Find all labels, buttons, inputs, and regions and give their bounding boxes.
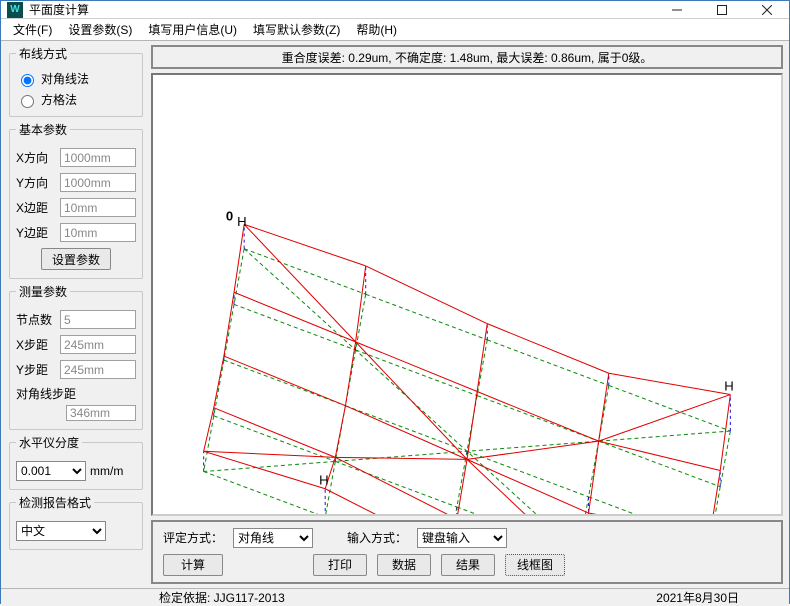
print-button[interactable]: 打印	[313, 554, 367, 576]
side-panel: 布线方式 对角线法 方格法 基本参数 X方向 Y方向 X边距 Y边距	[1, 41, 149, 588]
radio-grid-label: 方格法	[41, 91, 77, 108]
xedge-input[interactable]	[60, 198, 136, 217]
minimize-icon	[672, 5, 682, 15]
window-title: 平面度计算	[29, 1, 89, 18]
status-date: 2021年8月30日	[646, 589, 749, 606]
eval-select[interactable]: 对角线	[233, 528, 313, 548]
minimize-button[interactable]	[654, 1, 699, 18]
basic-params-legend: 基本参数	[16, 121, 70, 138]
radio-diagonal-label: 对角线法	[41, 70, 89, 87]
input-select[interactable]: 键盘输入	[417, 528, 507, 548]
yedge-input[interactable]	[60, 223, 136, 242]
measure-params-legend: 测量参数	[16, 283, 70, 300]
nodes-input[interactable]	[60, 310, 136, 329]
level-group: 水平仪分度 0.001 mm/m	[9, 434, 143, 490]
svg-text:H: H	[724, 378, 734, 393]
diagstep-label: 对角线步距	[16, 385, 76, 402]
controls-panel: 评定方式： 对角线 输入方式： 键盘输入 计算 打印 数据 结果 线框图	[151, 520, 783, 584]
result-banner: 重合度误差: 0.29um, 不确定度: 1.48um, 最大误差: 0.86u…	[151, 45, 783, 69]
diagstep-input[interactable]	[66, 405, 136, 421]
plot-canvas: 0HHHHLL	[151, 73, 783, 516]
calc-button[interactable]: 计算	[163, 554, 223, 576]
maximize-button[interactable]	[699, 1, 744, 18]
set-params-button[interactable]: 设置参数	[41, 248, 111, 270]
wireframe-plot: 0HHHHLL	[153, 75, 781, 514]
client-area: 布线方式 对角线法 方格法 基本参数 X方向 Y方向 X边距 Y边距	[1, 41, 789, 588]
ystep-label: Y步距	[16, 361, 56, 378]
xedge-label: X边距	[16, 199, 56, 216]
radio-diagonal[interactable]	[21, 74, 34, 87]
eval-label: 评定方式：	[163, 529, 223, 546]
titlebar: W 平面度计算	[1, 1, 789, 19]
result-button[interactable]: 结果	[441, 554, 495, 576]
report-legend: 检测报告格式	[16, 494, 94, 511]
menu-defaults[interactable]: 填写默认参数(Z)	[247, 19, 346, 40]
menu-help[interactable]: 帮助(H)	[350, 19, 403, 40]
app-icon: W	[7, 2, 23, 18]
menu-userinfo[interactable]: 填写用户信息(U)	[142, 19, 243, 40]
yedge-label: Y边距	[16, 224, 56, 241]
statusbar: 检定依据: JJG117-2013 2021年8月30日	[1, 588, 789, 606]
ydir-input[interactable]	[60, 173, 136, 192]
menu-settings[interactable]: 设置参数(S)	[62, 19, 138, 40]
data-button[interactable]: 数据	[377, 554, 431, 576]
basic-params-group: 基本参数 X方向 Y方向 X边距 Y边距 设置参数	[9, 121, 143, 279]
svg-text:0: 0	[226, 208, 233, 223]
report-select[interactable]: 中文	[16, 521, 106, 541]
menu-file[interactable]: 文件(F)	[7, 19, 58, 40]
main-area: 重合度误差: 0.29um, 不确定度: 1.48um, 最大误差: 0.86u…	[149, 41, 789, 588]
xstep-input[interactable]	[60, 335, 136, 354]
input-label: 输入方式：	[347, 529, 407, 546]
radio-grid[interactable]	[21, 95, 34, 108]
close-icon	[762, 5, 772, 15]
xdir-label: X方向	[16, 149, 56, 166]
maximize-icon	[717, 5, 727, 15]
wireframe-button[interactable]: 线框图	[505, 554, 565, 576]
level-unit: mm/m	[90, 464, 123, 478]
ydir-label: Y方向	[16, 174, 56, 191]
app-window: W 平面度计算 文件(F) 设置参数(S) 填写用户信息(U) 填写默认参数(Z…	[0, 0, 790, 604]
nodes-label: 节点数	[16, 311, 56, 328]
xdir-input[interactable]	[60, 148, 136, 167]
report-group: 检测报告格式 中文	[9, 494, 143, 550]
svg-text:H: H	[319, 473, 329, 488]
level-legend: 水平仪分度	[16, 434, 82, 451]
menubar: 文件(F) 设置参数(S) 填写用户信息(U) 填写默认参数(Z) 帮助(H)	[1, 19, 789, 41]
svg-text:H: H	[237, 214, 247, 229]
ystep-input[interactable]	[60, 360, 136, 379]
measure-params-group: 测量参数 节点数 X步距 Y步距 对角线步距	[9, 283, 143, 430]
layout-method-group: 布线方式 对角线法 方格法	[9, 45, 143, 117]
status-basis: 检定依据: JJG117-2013	[149, 589, 295, 606]
layout-method-legend: 布线方式	[16, 45, 70, 62]
close-button[interactable]	[744, 1, 789, 18]
level-select[interactable]: 0.001	[16, 461, 86, 481]
xstep-label: X步距	[16, 336, 56, 353]
